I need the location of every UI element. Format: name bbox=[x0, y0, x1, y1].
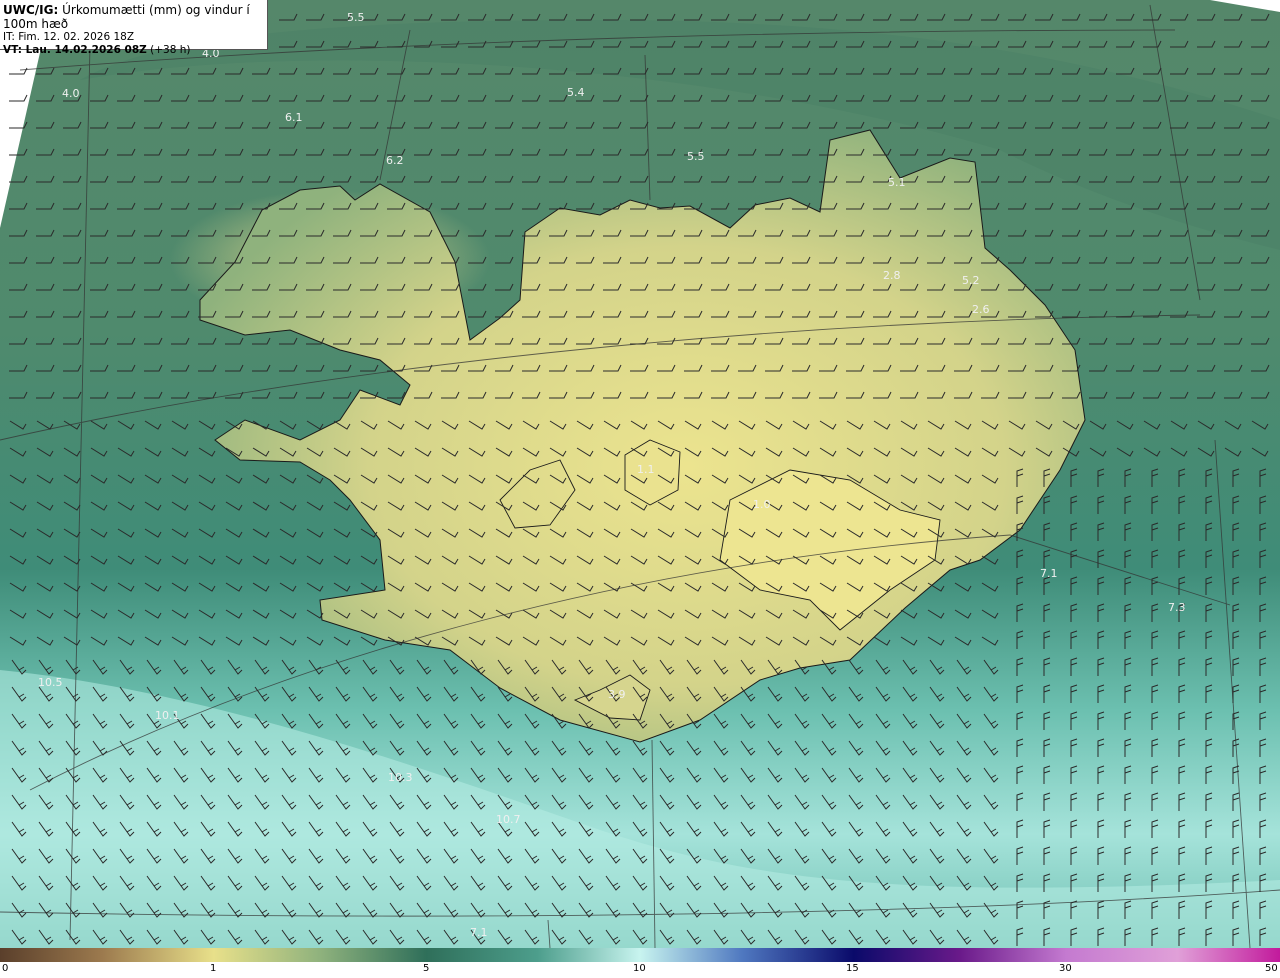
colorbar-tick: 30 bbox=[1059, 963, 1072, 974]
map-label: 6.1 bbox=[285, 111, 303, 124]
map-label: 2.8 bbox=[883, 269, 901, 282]
map-title-box: UWC/IG: Úrkomumætti (mm) og vindur í 100… bbox=[0, 0, 268, 56]
map-label: 10.5 bbox=[38, 676, 63, 689]
colorbar bbox=[0, 948, 1280, 962]
map-label: 5.1 bbox=[888, 176, 906, 189]
map-label: 7.1 bbox=[470, 926, 488, 939]
map-label: 3.9 bbox=[608, 688, 626, 701]
colorbar-tick: 1 bbox=[210, 963, 217, 974]
valid-time-offset: (+38 h) bbox=[150, 43, 191, 56]
title-line-1: UWC/IG: Úrkomumætti (mm) og vindur í 100… bbox=[3, 3, 267, 31]
map-label: 10.3 bbox=[388, 771, 413, 784]
map-label: 1.0 bbox=[753, 498, 771, 511]
map-label: 10.1 bbox=[155, 709, 180, 722]
map-label: 4.0 bbox=[62, 87, 80, 100]
precipitation-wind-map: 5.5 4.0 4.0 6.1 6.2 5.4 5.5 5.1 2.8 5.2 … bbox=[0, 0, 1280, 948]
map-label: 7.3 bbox=[1168, 601, 1186, 614]
colorbar-tick: 10 bbox=[633, 963, 646, 974]
map-label: 1.1 bbox=[637, 463, 655, 476]
colorbar-tick: 5 bbox=[423, 963, 430, 974]
map-label: 6.2 bbox=[386, 154, 404, 167]
valid-time: VT: Lau. 14.02.2026 08Z (+38 h) bbox=[3, 44, 267, 57]
product-code: UWC/IG: bbox=[3, 3, 59, 17]
map-label: 5.5 bbox=[347, 11, 365, 24]
map-label: 2.6 bbox=[972, 303, 990, 316]
map-label: 5.2 bbox=[962, 274, 980, 287]
colorbar-tick: 0 bbox=[2, 963, 9, 974]
map-label: 10.7 bbox=[496, 813, 521, 826]
map-label: 5.5 bbox=[687, 150, 705, 163]
map-label: 7.1 bbox=[1040, 567, 1058, 580]
colorbar-tick: 50 bbox=[1265, 963, 1278, 974]
issue-time: IT: Fim. 12. 02. 2026 18Z bbox=[3, 31, 135, 43]
valid-time-label: VT: Lau. 14.02.2026 08Z bbox=[3, 43, 147, 56]
map-label: 5.4 bbox=[567, 86, 585, 99]
colorbar-tick: 15 bbox=[846, 963, 859, 974]
colorbar-gradient bbox=[0, 948, 1280, 962]
